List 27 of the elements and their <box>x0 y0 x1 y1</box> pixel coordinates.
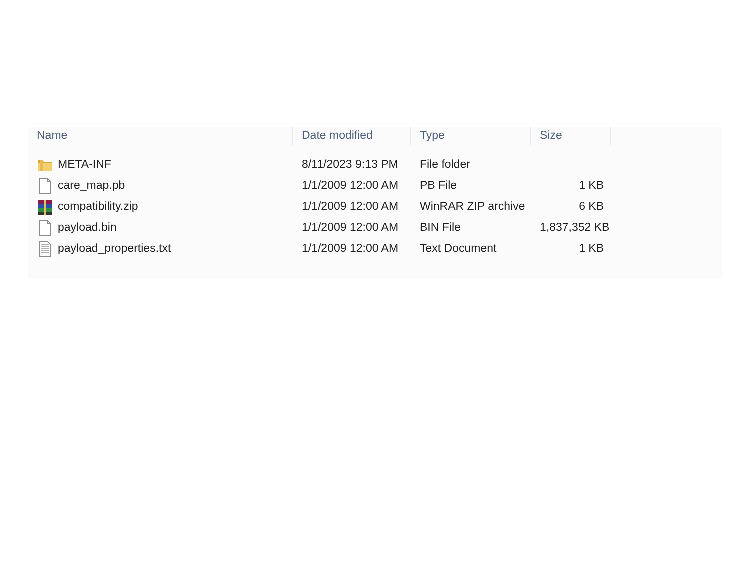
column-header[interactable]: Name <box>28 127 293 145</box>
date-cell: 8/11/2023 9:13 PM <box>302 158 398 170</box>
size-cell: 1,837,352 KB <box>540 222 610 234</box>
archive-books-icon <box>37 198 53 214</box>
file-name[interactable]: payload.bin <box>58 222 117 234</box>
file-name[interactable]: compatibility.zip <box>58 200 138 212</box>
file-name[interactable]: META-INF <box>58 158 112 170</box>
type-cell: WinRAR ZIP archive <box>420 200 526 212</box>
column-header[interactable]: Type <box>411 127 531 145</box>
type-cell: PB File <box>420 180 458 192</box>
size-cell: 1 KB <box>579 180 604 192</box>
column-header[interactable]: Date modified <box>293 127 411 145</box>
type-cell: File folder <box>420 158 470 170</box>
type-cell: Text Document <box>420 242 497 254</box>
type-cell: BIN File <box>420 222 461 234</box>
file-icon <box>37 220 53 236</box>
date-cell: 1/1/2009 12:00 AM <box>302 200 399 212</box>
file-name[interactable]: payload_properties.txt <box>58 242 172 254</box>
date-cell: 1/1/2009 12:00 AM <box>302 222 399 234</box>
column-header[interactable]: Size <box>531 127 611 145</box>
date-cell: 1/1/2009 12:00 AM <box>302 180 399 192</box>
file-name[interactable]: care_map.pb <box>58 180 126 192</box>
date-cell: 1/1/2009 12:00 AM <box>302 242 399 254</box>
size-cell: 6 KB <box>579 200 604 212</box>
file-icon <box>37 178 53 194</box>
text-file-icon <box>37 240 53 256</box>
size-cell: 1 KB <box>579 242 604 254</box>
